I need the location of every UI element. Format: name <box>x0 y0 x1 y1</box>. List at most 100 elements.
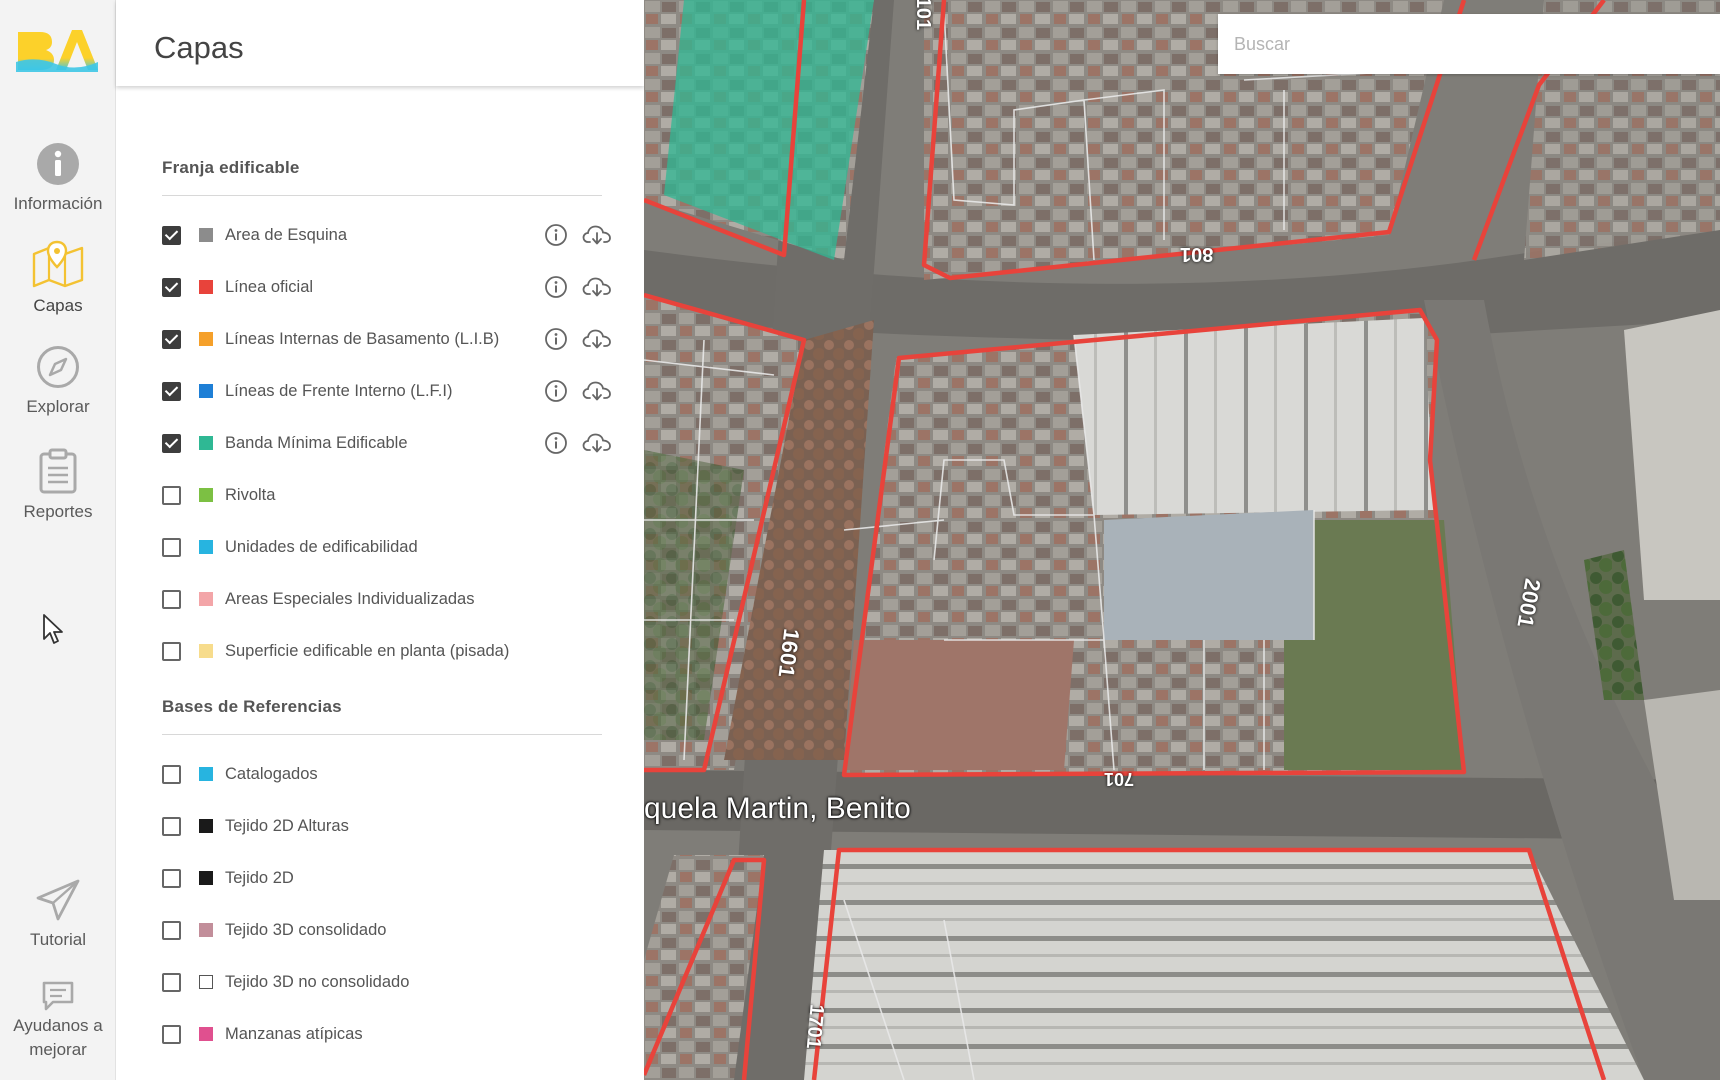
layer-color-swatch <box>199 488 213 502</box>
street-name-label: quela Martin, Benito <box>644 792 911 825</box>
feedback-icon <box>42 981 74 1011</box>
layer-name: Tejido 2D <box>225 868 294 887</box>
info-circle-icon[interactable] <box>544 379 568 403</box>
aerial-map[interactable]: quela Martin, Benito 101 801 1601 2001 1… <box>644 0 1720 1080</box>
clipboard-icon <box>39 448 77 494</box>
layer-name: Catalogados <box>225 764 318 783</box>
layer-row[interactable]: Banda Mínima Edificable <box>162 428 612 458</box>
layer-color-swatch <box>199 332 213 346</box>
nav-tutorial[interactable]: Tutorial <box>0 878 116 952</box>
layer-checkbox[interactable] <box>162 589 181 609</box>
layer-name: Tejido 3D consolidado <box>225 920 387 939</box>
layer-checkbox[interactable] <box>162 1024 181 1044</box>
layer-color-swatch <box>199 228 213 242</box>
nav-label: Explorar <box>26 397 90 416</box>
block-number-label: 701 <box>1104 769 1135 789</box>
info-circle-icon[interactable] <box>544 431 568 455</box>
paper-plane-icon <box>36 879 80 921</box>
layer-row[interactable]: Líneas Internas de Basamento (L.I.B) <box>162 324 612 354</box>
layer-checkbox[interactable] <box>162 485 181 505</box>
layer-name: Tejido 2D Alturas <box>225 816 349 835</box>
layer-name: Rivolta <box>225 485 276 504</box>
layer-color-swatch <box>199 436 213 450</box>
layer-checkbox[interactable] <box>162 764 181 784</box>
nav-label: Capas <box>33 296 83 315</box>
layer-row[interactable]: Rivolta <box>162 480 612 510</box>
layers-panel: Capas Franja edificable Area de Esquina Lí… <box>116 0 644 1080</box>
cloud-download-icon[interactable] <box>582 275 612 299</box>
layer-row[interactable]: Manzanas atípicas <box>162 1019 612 1049</box>
layer-checkbox[interactable] <box>162 277 181 297</box>
layer-actions <box>544 431 612 455</box>
layer-name: Banda Mínima Edificable <box>225 433 408 452</box>
nav-label: Tutorial <box>29 930 87 949</box>
layer-checkbox[interactable] <box>162 329 181 349</box>
layer-name: Areas Especiales Individualizadas <box>225 589 475 608</box>
layer-actions <box>544 223 612 247</box>
layer-row[interactable]: Tejido 3D no consolidado <box>162 967 612 997</box>
mouse-cursor-icon <box>43 614 63 644</box>
layer-name: Manzanas atípicas <box>225 1024 363 1043</box>
layer-actions <box>544 327 612 351</box>
layer-color-swatch <box>199 871 213 885</box>
section-divider <box>162 734 602 735</box>
block-number-label: 801 <box>1180 243 1214 265</box>
layer-name: Area de Esquina <box>225 225 348 244</box>
cloud-download-icon[interactable] <box>582 223 612 247</box>
layer-checkbox[interactable] <box>162 433 181 453</box>
nav-capas[interactable]: Capas <box>0 240 116 318</box>
layer-color-swatch <box>199 592 213 606</box>
panel-header: Capas <box>116 0 644 86</box>
block-number-label: 101 <box>912 0 935 31</box>
cloud-download-icon[interactable] <box>582 327 612 351</box>
layer-row[interactable]: Catalogados <box>162 759 612 789</box>
ba-logo[interactable] <box>16 26 98 72</box>
info-circle-icon[interactable] <box>544 275 568 299</box>
layer-row[interactable]: Tejido 2D <box>162 863 612 893</box>
layer-color-swatch <box>199 280 213 294</box>
layer-checkbox[interactable] <box>162 868 181 888</box>
nav-reportes[interactable]: Reportes <box>0 448 116 524</box>
layer-row[interactable]: Superficie edificable en planta (pisada) <box>162 636 612 666</box>
side-navigation: Información Capas Explorar Reportes Tuto… <box>0 0 116 1080</box>
layer-row[interactable]: Area de Esquina <box>162 220 612 250</box>
layer-row[interactable]: Tejido 2D Alturas <box>162 811 612 841</box>
layer-actions <box>544 275 612 299</box>
compass-icon <box>37 346 79 388</box>
layer-actions <box>544 379 612 403</box>
layer-checkbox[interactable] <box>162 537 181 557</box>
nav-informacion[interactable]: Información <box>0 142 116 216</box>
layer-checkbox[interactable] <box>162 816 181 836</box>
layer-name: Superficie edificable en planta (pisada) <box>225 641 510 660</box>
layer-row[interactable]: Areas Especiales Individualizadas <box>162 584 612 614</box>
layer-row[interactable]: Unidades de edificabilidad <box>162 532 612 562</box>
info-circle-icon[interactable] <box>544 223 568 247</box>
info-icon <box>37 143 79 185</box>
page-title: Capas <box>154 30 244 65</box>
info-circle-icon[interactable] <box>544 327 568 351</box>
layer-color-swatch <box>199 644 213 658</box>
layer-checkbox[interactable] <box>162 920 181 940</box>
nav-explorar[interactable]: Explorar <box>0 345 116 419</box>
nav-feedback[interactable]: Ayudanos a mejorar <box>0 980 116 1062</box>
layer-checkbox[interactable] <box>162 972 181 992</box>
layer-color-swatch <box>199 767 213 781</box>
layer-name: Tejido 3D no consolidado <box>225 972 410 991</box>
layer-row[interactable]: Líneas de Frente Interno (L.F.I) <box>162 376 612 406</box>
layer-checkbox[interactable] <box>162 641 181 661</box>
layer-checkbox[interactable] <box>162 381 181 401</box>
layer-color-swatch <box>199 540 213 554</box>
layer-name: Línea oficial <box>225 277 314 296</box>
aerial-imagery <box>644 0 1720 1080</box>
section-divider <box>162 195 602 196</box>
layer-name: Líneas Internas de Basamento (L.I.B) <box>225 329 500 348</box>
cloud-download-icon[interactable] <box>582 431 612 455</box>
block-number-label: 1701 <box>801 1003 828 1050</box>
layer-checkbox[interactable] <box>162 225 181 245</box>
search-input[interactable] <box>1218 14 1720 74</box>
section-title: Franja edificable <box>162 158 300 177</box>
layer-row[interactable]: Línea oficial <box>162 272 612 302</box>
cloud-download-icon[interactable] <box>582 379 612 403</box>
layer-row[interactable]: Tejido 3D consolidado <box>162 915 612 945</box>
nav-label: Reportes <box>23 502 93 521</box>
